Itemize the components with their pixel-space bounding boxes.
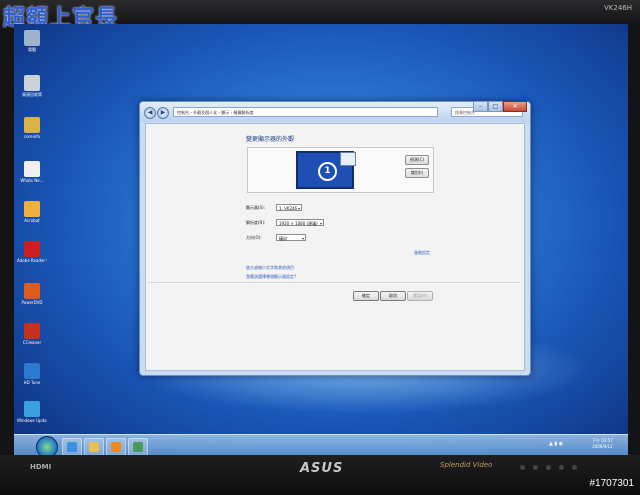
window-controls: – □ ✕	[473, 101, 527, 112]
display-select[interactable]: 1. VK246 ▾	[276, 204, 302, 211]
resolution-select[interactable]: 1920 × 1080 (建議) ▾	[276, 219, 324, 226]
detect-button[interactable]: 偵測(C)	[405, 155, 429, 165]
advanced-settings-link[interactable]: 進階設定	[414, 250, 430, 256]
splendid-logo: Splendid Video	[440, 461, 493, 469]
monitor-button[interactable]	[572, 465, 577, 470]
desktop-icon[interactable]: Whats Ne...	[17, 161, 47, 183]
desktop-icon-label: coreinfo	[23, 134, 41, 139]
hdmi-label: HDMI	[30, 463, 52, 471]
taskbar-control-panel-button[interactable]	[128, 438, 148, 456]
desktop-icon-label: 資源回收筒	[22, 92, 42, 97]
chevron-down-icon: ▾	[319, 221, 322, 226]
ie-icon	[67, 442, 77, 452]
app-icon	[24, 323, 40, 339]
desktop-icon[interactable]: coreinfo	[17, 117, 47, 139]
app-icon	[24, 283, 40, 299]
monitor-2-tile[interactable]	[340, 152, 356, 166]
start-orb-icon[interactable]	[36, 436, 58, 456]
back-button[interactable]: ◀	[144, 107, 156, 119]
text-size-link[interactable]: 放大或縮小文字和其他項目	[246, 265, 294, 271]
address-bar[interactable]: 控制台 › 外觀及個人化 › 顯示 › 螢幕解析度	[173, 107, 438, 117]
desktop-icon[interactable]: CCleaner	[17, 323, 47, 345]
apply-button[interactable]: 套用(A)	[407, 291, 433, 301]
minimize-button[interactable]: –	[473, 101, 488, 112]
app-icon	[24, 161, 40, 177]
app-icon	[24, 401, 40, 417]
identify-button[interactable]: 識別(I)	[405, 168, 429, 178]
desktop-icon[interactable]: HD Tune	[17, 363, 47, 385]
asus-logo: ASUS	[300, 461, 344, 476]
folder-icon	[89, 442, 99, 452]
photo-id-label: #1707301	[589, 478, 635, 489]
desktop-icon-label: CCleaner	[22, 340, 42, 345]
ok-button[interactable]: 確定	[353, 291, 379, 301]
desktop-icon-label: Whats Ne...	[20, 178, 44, 183]
monitor-button[interactable]	[520, 465, 525, 470]
taskbar-explorer-button[interactable]	[84, 438, 104, 456]
maximize-button[interactable]: □	[488, 101, 503, 112]
desktop-icon-label: 電腦	[28, 47, 36, 52]
desktop-icon-label: PowerDVD	[21, 300, 43, 305]
orientation-select-value: 橫向	[279, 236, 287, 241]
monitor-number: 1	[318, 162, 337, 181]
desktop-icon[interactable]: Adobe Reader 9	[17, 241, 47, 263]
taskbar-clock[interactable]: 下午 03:57 2009/9/12	[592, 438, 613, 450]
desktop-icon-label: HD Tune	[23, 380, 41, 385]
app-icon	[24, 201, 40, 217]
desktop-icon[interactable]: 電腦	[17, 30, 47, 52]
display-select-value: 1. VK246	[279, 206, 298, 211]
clock-date: 2009/9/12	[592, 444, 613, 449]
desktop-icon-label: Acrobat	[24, 218, 40, 223]
app-icon	[24, 30, 40, 46]
divider	[148, 282, 520, 283]
orientation-label: 方向(O):	[246, 235, 262, 240]
taskbar-media-button[interactable]	[106, 438, 126, 456]
page-title: 變更顯示器的外觀	[246, 136, 295, 143]
taskbar-ie-button[interactable]	[62, 438, 82, 456]
desktop-icon[interactable]: Windows Update	[17, 401, 47, 423]
which-settings-link[interactable]: 我應該選擇哪個顯示器設定?	[246, 274, 296, 280]
resolution-label: 解析度(R):	[246, 220, 266, 225]
screen-resolution-window: ◀ ▶ 控制台 › 外觀及個人化 › 顯示 › 螢幕解析度 搜尋控制台 – □ …	[139, 101, 531, 376]
resolution-select-value: 1920 × 1080 (建議)	[279, 221, 318, 226]
app-icon	[24, 241, 40, 257]
forward-button[interactable]: ▶	[157, 107, 169, 119]
chevron-down-icon: ▾	[301, 236, 304, 241]
media-player-icon	[111, 442, 121, 452]
cancel-button[interactable]: 取消	[380, 291, 406, 301]
desktop-icon-label: Adobe Reader 9	[17, 258, 47, 263]
display-label: 顯示器(S):	[246, 205, 266, 210]
close-button[interactable]: ✕	[503, 101, 527, 112]
window-content: 變更顯示器的外觀 1 偵測(C) 識別(I) 顯示器(S): 1. VK246 …	[145, 123, 525, 371]
orientation-select[interactable]: 橫向 ▾	[276, 234, 306, 241]
monitor-model-label: VK246H	[603, 4, 632, 12]
window-titlebar[interactable]: ◀ ▶ 控制台 › 外觀及個人化 › 顯示 › 螢幕解析度 搜尋控制台 – □ …	[140, 101, 530, 122]
tray-icons[interactable]: ▲ ▮ ◉	[549, 441, 563, 447]
control-panel-icon	[133, 442, 143, 452]
desktop-icon[interactable]: 資源回收筒	[17, 75, 47, 97]
monitor-bezel-left	[0, 24, 14, 456]
chevron-down-icon: ▾	[297, 206, 300, 211]
desktop-icon-label: Windows Update	[17, 418, 47, 423]
desktop-icon[interactable]: PowerDVD	[17, 283, 47, 305]
desktop-icon[interactable]: Acrobat	[17, 201, 47, 223]
monitor-bezel-right	[628, 24, 640, 456]
app-icon	[24, 75, 40, 91]
monitor-buttons	[520, 465, 577, 470]
monitor-button[interactable]	[533, 465, 538, 470]
desktop-screen: 電腦資源回收筒 coreinfo Whats Ne... Acrobat Adobe R…	[14, 24, 628, 456]
monitor-button[interactable]	[546, 465, 551, 470]
monitor-button[interactable]	[559, 465, 564, 470]
app-icon	[24, 363, 40, 379]
taskbar: ▲ ▮ ◉ 下午 03:57 2009/9/12	[14, 434, 628, 456]
app-icon	[24, 117, 40, 133]
